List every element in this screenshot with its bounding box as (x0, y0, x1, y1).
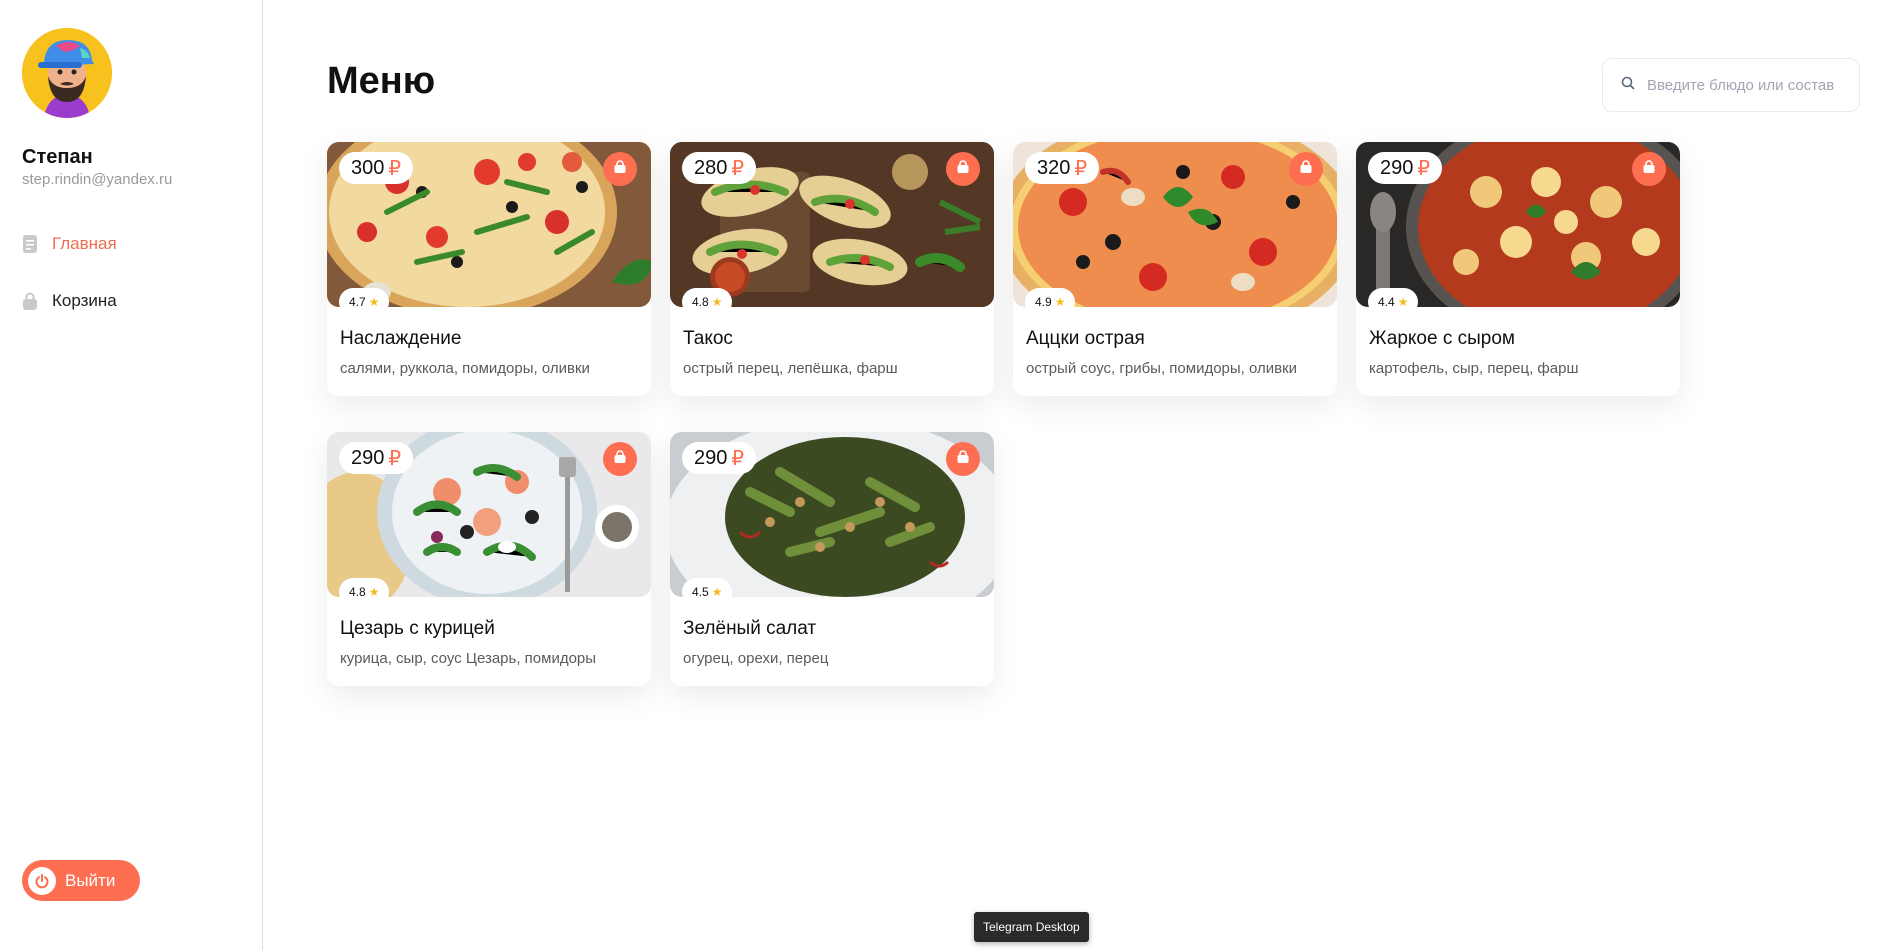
star-icon: ★ (711, 585, 723, 597)
star-icon: ★ (368, 295, 380, 307)
menu-card[interactable]: 300 ₽ 4.7 ★ Наслаждение салями, руккола,… (327, 142, 651, 396)
logout-button[interactable]: Выйти (22, 860, 140, 901)
menu-card[interactable]: 290 ₽ 4.5 ★ Зелёный салат огурец, орехи,… (670, 432, 994, 686)
star-icon: ★ (711, 295, 723, 307)
menu-grid: 300 ₽ 4.7 ★ Наслаждение салями, руккола,… (327, 142, 1687, 686)
sidebar-item-label: Корзина (52, 291, 117, 310)
dish-title: Такос (683, 328, 733, 349)
avatar[interactable] (22, 28, 112, 118)
dish-image: 290 ₽ 4.4 ★ (1356, 142, 1680, 307)
search-box[interactable] (1602, 58, 1860, 112)
star-icon: ★ (1397, 295, 1409, 307)
dish-ingredients: острый соус, грибы, помидоры, оливки (1026, 360, 1298, 377)
star-icon: ★ (1054, 295, 1066, 307)
dish-ingredients: салями, руккола, помидоры, оливки (340, 360, 590, 377)
rating-value: 4.8 (692, 295, 709, 307)
currency-symbol: ₽ (1417, 157, 1431, 180)
dish-ingredients: огурец, орехи, перец (683, 650, 829, 667)
dish-title: Зелёный салат (683, 618, 817, 639)
dish-image: 300 ₽ 4.7 ★ (327, 142, 651, 307)
sidebar-item-cart[interactable]: Корзина (22, 291, 117, 311)
page-title: Меню (327, 60, 436, 102)
rating-badge: 4.5 ★ (682, 578, 733, 597)
rating-badge: 4.9 ★ (1025, 288, 1076, 307)
price-badge: 280 ₽ (682, 152, 757, 184)
lock-icon (22, 291, 38, 311)
bag-icon (613, 449, 627, 469)
menu-card[interactable]: 290 ₽ 4.8 ★ Цезарь с курицей курица, сыр… (327, 432, 651, 686)
dish-image: 280 ₽ 4.8 ★ (670, 142, 994, 307)
price-badge: 320 ₽ (1025, 152, 1100, 184)
dish-ingredients: курица, сыр, соус Цезарь, помидоры (340, 650, 597, 667)
user-email: step.rindin@yandex.ru (22, 171, 173, 188)
rating-value: 4.7 (349, 295, 366, 307)
dish-title: Цезарь с курицей (340, 618, 495, 639)
rating-badge: 4.4 ★ (1368, 288, 1419, 307)
dish-image: 320 ₽ 4.9 ★ (1013, 142, 1337, 307)
menu-card[interactable]: 290 ₽ 4.4 ★ Жаркое с сыром картофель, сы… (1356, 142, 1680, 396)
logout-label: Выйти (65, 870, 116, 890)
price-badge: 300 ₽ (339, 152, 414, 184)
price-badge: 290 ₽ (339, 442, 414, 474)
dish-ingredients: картофель, сыр, перец, фарш (1369, 360, 1579, 377)
price-badge: 290 ₽ (1368, 152, 1443, 184)
star-icon: ★ (368, 585, 380, 597)
sidebar: Степан step.rindin@yandex.ru Главная Кор… (0, 0, 263, 950)
add-to-cart-button[interactable] (603, 152, 637, 186)
dish-title: Жаркое с сыром (1369, 328, 1515, 349)
bag-icon (1642, 159, 1656, 179)
bag-icon (956, 159, 970, 179)
add-to-cart-button[interactable] (946, 152, 980, 186)
currency-symbol: ₽ (388, 157, 402, 180)
taskbar-tooltip: Telegram Desktop (974, 912, 1089, 942)
rating-badge: 4.7 ★ (339, 288, 390, 307)
currency-symbol: ₽ (388, 447, 402, 470)
bag-icon (956, 449, 970, 469)
menu-card[interactable]: 280 ₽ 4.8 ★ Такос острый перец, лепёшка,… (670, 142, 994, 396)
price-value: 320 (1037, 156, 1071, 179)
power-icon (28, 866, 56, 895)
dish-image: 290 ₽ 4.5 ★ (670, 432, 994, 597)
user-name: Степан (22, 146, 93, 168)
sidebar-item-home[interactable]: Главная (22, 234, 117, 254)
dish-ingredients: острый перец, лепёшка, фарш (683, 360, 898, 377)
price-value: 300 (351, 156, 385, 179)
dish-title: Наслаждение (340, 328, 462, 349)
currency-symbol: ₽ (731, 447, 745, 470)
bag-icon (613, 159, 627, 179)
price-value: 290 (694, 446, 728, 469)
price-badge: 290 ₽ (682, 442, 757, 474)
add-to-cart-button[interactable] (1632, 152, 1666, 186)
add-to-cart-button[interactable] (603, 442, 637, 476)
add-to-cart-button[interactable] (1289, 152, 1323, 186)
rating-badge: 4.8 ★ (682, 288, 733, 307)
price-value: 290 (1380, 156, 1414, 179)
dish-title: Аццки острая (1026, 328, 1145, 349)
menu-card[interactable]: 320 ₽ 4.9 ★ Аццки острая острый соус, гр… (1013, 142, 1337, 396)
bag-icon (1299, 159, 1313, 179)
search-icon (1621, 76, 1635, 95)
sidebar-item-label: Главная (52, 234, 117, 253)
currency-symbol: ₽ (1074, 157, 1088, 180)
price-value: 280 (694, 156, 728, 179)
rating-value: 4.5 (692, 585, 709, 597)
rating-value: 4.8 (349, 585, 366, 597)
document-icon (22, 234, 38, 254)
price-value: 290 (351, 446, 385, 469)
search-input[interactable] (1647, 76, 1847, 94)
app-window: Степан step.rindin@yandex.ru Главная Кор… (0, 0, 1902, 950)
rating-value: 4.4 (1378, 295, 1395, 307)
add-to-cart-button[interactable] (946, 442, 980, 476)
dish-image: 290 ₽ 4.8 ★ (327, 432, 651, 597)
rating-value: 4.9 (1035, 295, 1052, 307)
rating-badge: 4.8 ★ (339, 578, 390, 597)
currency-symbol: ₽ (731, 157, 745, 180)
